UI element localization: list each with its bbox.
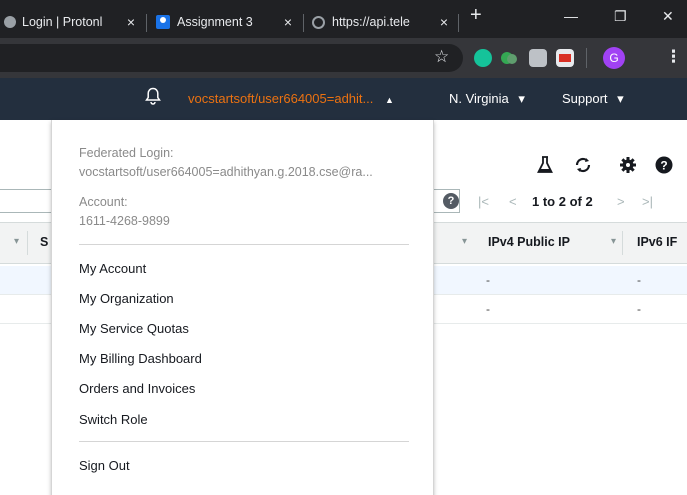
federated-login-value: vocstartsoft/user664005=adhithyan.g.2018… [79,165,373,179]
first-page-button[interactable]: |< [478,194,489,209]
close-tab-icon[interactable]: × [440,14,448,30]
close-window-button[interactable]: ✕ [662,8,674,25]
pagination-range: 1 to 2 of 2 [532,194,593,209]
ipv4-cell: - [486,302,490,316]
support-label: Support [562,91,608,106]
bookmark-star-icon[interactable]: ☆ [434,47,449,67]
chevron-down-icon: ▾ [518,91,525,106]
ipv4-cell: - [486,273,490,287]
account-id-value: 1611-4268-9899 [79,214,170,228]
refresh-icon[interactable] [573,156,593,179]
caret-up-icon: ▲ [385,95,394,105]
next-page-button[interactable]: > [617,194,625,209]
chevron-down-icon: ▾ [617,91,624,106]
browser-toolbar: ☆ G ⋮ [0,38,687,78]
chrome-menu-icon[interactable]: ⋮ [665,47,682,67]
beaker-icon[interactable] [537,156,553,179]
svg-text:?: ? [660,159,667,173]
tab-separator [458,14,459,32]
close-tab-icon[interactable]: × [127,14,135,30]
tab-separator [146,14,147,32]
tab-separator [303,14,304,32]
browser-tab-api[interactable]: https://api.tele × [306,6,456,38]
close-tab-icon[interactable]: × [284,14,292,30]
settings-gear-icon[interactable] [619,156,637,179]
screen: Login | Protonl × Assignment 3 × https:/… [0,0,687,495]
column-header-s[interactable]: S [40,235,48,249]
tab-title: https://api.tele [332,15,410,29]
column-header-ipv6[interactable]: IPv6 IF [637,235,677,249]
address-bar[interactable] [0,44,463,72]
ipv6-cell: - [637,302,641,316]
column-header-ipv4[interactable]: IPv4 Public IP [488,235,570,249]
federated-login-label: Federated Login: [79,146,174,160]
region-selector[interactable]: N. Virginia ▾ [449,91,525,107]
tab-title: Assignment 3 [177,15,253,29]
menu-divider [79,244,409,245]
column-divider [622,231,623,255]
sort-caret-icon[interactable]: ▾ [611,236,616,247]
support-menu[interactable]: Support ▾ [562,91,624,107]
account-menu-label: vocstartsoft/user664005=adhit... [188,91,374,106]
restore-button[interactable]: ❐ [614,8,627,25]
menu-divider [79,441,409,442]
minimize-button[interactable]: — [564,8,578,24]
new-tab-button[interactable]: + [470,4,482,27]
browser-tab-assignment[interactable]: Assignment 3 × [150,6,300,38]
globe-icon [312,15,325,29]
menu-item-switch-role[interactable]: Switch Role [79,412,148,427]
ipv6-cell: - [637,273,641,287]
translate-extension-icon[interactable] [500,49,518,67]
search-help-icon[interactable]: ? [443,193,459,209]
menu-item-service-quotas[interactable]: My Service Quotas [79,321,189,336]
classroom-favicon-icon [156,15,170,29]
sort-caret-icon[interactable]: ▾ [14,236,19,247]
column-divider [27,231,28,255]
region-label: N. Virginia [449,91,509,106]
extension-card-icon[interactable] [556,49,574,67]
grammarly-extension-icon[interactable] [474,49,492,67]
sign-out-button[interactable]: Sign Out [79,458,130,473]
browser-tab-protonmail[interactable]: Login | Protonl × [0,6,143,38]
help-circle-icon[interactable]: ? [655,156,673,179]
browser-tab-strip: Login | Protonl × Assignment 3 × https:/… [0,0,687,38]
menu-item-billing-dashboard[interactable]: My Billing Dashboard [79,351,202,366]
toolbar-divider [586,48,587,68]
tab-title: Login | Protonl [22,15,103,29]
proton-favicon-icon [4,16,16,28]
aws-header: vocstartsoft/user664005=adhit... ▲ N. Vi… [0,78,687,120]
notifications-bell-icon[interactable] [145,87,161,108]
profile-avatar[interactable]: G [603,47,625,69]
sort-caret-icon[interactable]: ▾ [462,236,467,247]
last-page-button[interactable]: >| [642,194,653,209]
menu-item-my-organization[interactable]: My Organization [79,291,174,306]
previous-page-button[interactable]: < [509,194,517,209]
account-menu-trigger[interactable]: vocstartsoft/user664005=adhit... ▲ [188,91,394,106]
menu-item-my-account[interactable]: My Account [79,261,146,276]
extension-icon[interactable] [529,49,547,67]
account-label: Account: [79,195,128,209]
menu-item-orders-invoices[interactable]: Orders and Invoices [79,381,195,396]
account-dropdown-menu: Federated Login: vocstartsoft/user664005… [51,120,434,495]
